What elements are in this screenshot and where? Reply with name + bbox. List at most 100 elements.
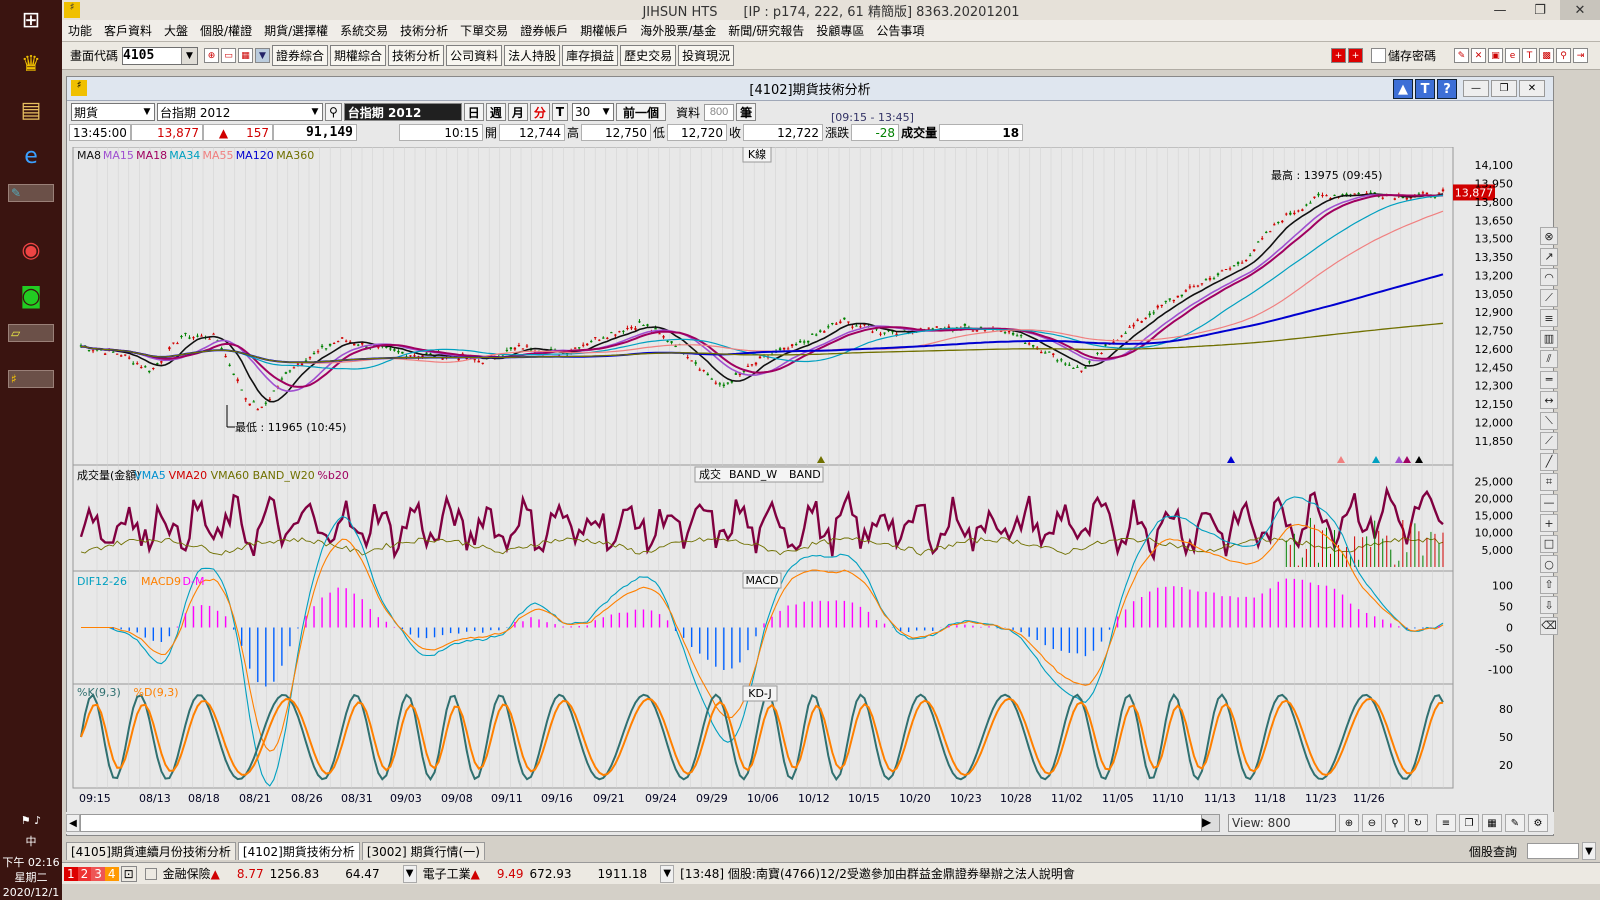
news-ticker[interactable]: [13:48] 個股:南寶(4766)12/2受邀參加由群益金鼎證券舉辦之法人說… xyxy=(680,865,1075,882)
zoom-out-icon[interactable]: ⊖ xyxy=(1362,814,1382,832)
draw-tool-icon[interactable]: — xyxy=(1540,493,1558,512)
data-unit-button[interactable]: 筆 xyxy=(736,103,757,121)
notes-app-icon[interactable]: ▱ xyxy=(8,324,54,342)
internet-explorer-icon[interactable]: e xyxy=(8,136,54,176)
draw-tool-icon[interactable]: ↗ xyxy=(1540,247,1558,266)
prev-symbol-button[interactable]: 前一個 xyxy=(616,103,667,121)
period-button[interactable]: 日 xyxy=(463,103,484,121)
chrome-icon[interactable]: ◉ xyxy=(8,230,54,270)
period-button[interactable]: 週 xyxy=(485,103,506,121)
menu-item[interactable]: 技術分析 xyxy=(400,22,448,39)
symbol-search-icon[interactable]: ⚲ xyxy=(325,103,342,121)
symbol-select[interactable]: 台指期 2012 ▼ xyxy=(157,103,323,121)
chevron-down-icon[interactable]: ▼ xyxy=(660,864,675,883)
draw-tool-icon[interactable]: ⇩ xyxy=(1540,596,1558,614)
window-icon[interactable]: ▭ xyxy=(221,48,237,63)
screen-tab[interactable]: [4105]期貨連續月份技術分析 xyxy=(66,842,236,860)
help-icon[interactable]: ? xyxy=(1437,79,1457,99)
chevron-down-icon[interactable]: ▼ xyxy=(181,47,198,64)
chevron-down-icon[interactable]: ▼ xyxy=(140,107,154,117)
zoom-in-icon[interactable]: ⊕ xyxy=(1339,814,1359,832)
chevron-down-icon[interactable]: ▼ xyxy=(308,107,322,117)
horizontal-scrollbar[interactable]: ▶ xyxy=(80,814,1220,832)
calc-icon[interactable]: ▦ xyxy=(238,48,254,63)
screen-tab[interactable]: [4102]期貨技術分析 xyxy=(237,842,360,860)
up-triangle-icon[interactable]: ▲ xyxy=(1393,79,1413,99)
chart-area[interactable]: MA8 MA15 MA18 MA34 MA55 MA120 MA360 K線最高 : 1397… xyxy=(67,147,1541,815)
ime-indicator[interactable]: 中 xyxy=(0,834,62,849)
menu-item[interactable]: 期貨/選擇權 xyxy=(264,22,328,39)
minimize-icon[interactable]: — xyxy=(1480,0,1520,20)
crown-app-icon[interactable]: ♛ xyxy=(8,44,54,84)
toolbar-button[interactable]: 技術分析 xyxy=(388,45,445,66)
menu-item[interactable]: 新聞/研究報告 xyxy=(728,22,804,39)
page-4-icon[interactable]: 4 xyxy=(104,866,119,881)
flag-icon[interactable]: + xyxy=(1330,48,1346,63)
toolbar-button[interactable]: 投資現況 xyxy=(678,45,735,66)
period-button[interactable]: 月 xyxy=(507,103,528,121)
draw-tool-icon[interactable]: ↔ xyxy=(1540,391,1558,409)
tool-ie-icon[interactable]: e xyxy=(1505,48,1520,63)
tool-t-icon[interactable]: T xyxy=(1522,48,1537,63)
tool-x-icon[interactable]: ✕ xyxy=(1471,48,1486,63)
menu-item[interactable]: 客戶資料 xyxy=(104,22,152,39)
menu-item[interactable]: 個股/權證 xyxy=(200,22,252,39)
panel-minimize-icon[interactable]: — xyxy=(1463,80,1489,97)
menu-item[interactable]: 期權帳戶 xyxy=(580,22,628,39)
windows-start-icon[interactable]: ⊞ xyxy=(8,0,54,40)
flag2-icon[interactable]: + xyxy=(1347,48,1363,63)
tray-icons[interactable]: ⚑ ♪ xyxy=(0,813,62,828)
draw-tool-icon[interactable]: ⟋ xyxy=(1540,432,1558,450)
status-checkbox[interactable] xyxy=(144,867,157,880)
pen-icon[interactable]: ✎ xyxy=(1505,814,1525,832)
file-explorer-icon[interactable]: ▤ xyxy=(8,90,54,130)
menu-item[interactable]: 投顧專區 xyxy=(816,22,864,39)
screen-code-combo[interactable]: ▼ xyxy=(122,46,199,65)
draw-tool-icon[interactable]: ◠ xyxy=(1540,268,1558,286)
draw-tool-icon[interactable]: ⊗ xyxy=(1540,227,1558,245)
draw-tool-icon[interactable]: ▥ xyxy=(1540,329,1558,348)
toolbar-button[interactable]: 歷史交易 xyxy=(620,45,677,66)
settings-gear-icon[interactable]: ⚙ xyxy=(1528,814,1548,832)
close-icon[interactable]: ✕ xyxy=(1560,0,1600,20)
panel-restore-icon[interactable]: ❐ xyxy=(1491,80,1517,97)
menu-item[interactable]: 公告事項 xyxy=(876,22,924,39)
tool-exit-icon[interactable]: ⇥ xyxy=(1573,48,1588,63)
menu-item[interactable]: 證券帳戶 xyxy=(520,22,568,39)
screen-tab[interactable]: [3002] 期貨行情(一) xyxy=(361,842,485,860)
draw-tool-icon[interactable]: ⫽ xyxy=(1540,350,1558,368)
dropdown-icon[interactable]: ▼ xyxy=(255,48,271,63)
interval-select[interactable]: 30 ▼ xyxy=(572,103,615,121)
toolbar-button[interactable]: 證券綜合 xyxy=(272,45,329,66)
page-1-icon[interactable]: 1 xyxy=(64,866,78,881)
market-type-select[interactable]: 期貨 ▼ xyxy=(71,103,155,121)
tool-img-icon[interactable]: ▩ xyxy=(1539,48,1554,63)
draw-tool-icon[interactable]: ⌗ xyxy=(1540,473,1558,491)
draw-tool-icon[interactable]: ⌫ xyxy=(1540,616,1558,635)
screen-code-input[interactable] xyxy=(123,47,182,64)
search-icon[interactable]: ⊕ xyxy=(204,48,220,63)
data-count-input[interactable] xyxy=(704,103,735,121)
panel-close-icon[interactable]: ✕ xyxy=(1519,80,1545,97)
lock-icon[interactable]: ⊡ xyxy=(120,865,137,882)
restore-icon[interactable]: ❐ xyxy=(1520,0,1560,20)
menu-item[interactable]: 系統交易 xyxy=(340,22,388,39)
draw-tool-icon[interactable]: ╱ xyxy=(1540,452,1558,471)
period-button[interactable]: 分 xyxy=(529,103,550,121)
indicator-icon[interactable]: ≡ xyxy=(1436,814,1456,832)
chevron-down-icon[interactable]: ▼ xyxy=(599,107,613,117)
search-zoom-icon[interactable]: ⚲ xyxy=(1385,814,1405,832)
page-3-icon[interactable]: 3 xyxy=(91,866,105,881)
menu-item[interactable]: 功能 xyxy=(68,22,92,39)
menu-item[interactable]: 海外股票/基金 xyxy=(640,22,716,39)
scroll-left-icon[interactable]: ◀ xyxy=(66,814,80,832)
draw-tool-icon[interactable]: ═ xyxy=(1540,370,1558,389)
toolbar-button[interactable]: 法人持股 xyxy=(504,45,561,66)
tool-lock-icon[interactable]: ▣ xyxy=(1488,48,1503,63)
copy-icon[interactable]: ❐ xyxy=(1459,814,1479,832)
text-tool-icon[interactable]: T xyxy=(1415,79,1435,99)
chevron-down-icon[interactable]: ▼ xyxy=(402,864,417,883)
menu-item[interactable]: 下單交易 xyxy=(460,22,508,39)
menu-item[interactable]: 大盤 xyxy=(164,22,188,39)
period-button[interactable]: T xyxy=(551,103,569,121)
